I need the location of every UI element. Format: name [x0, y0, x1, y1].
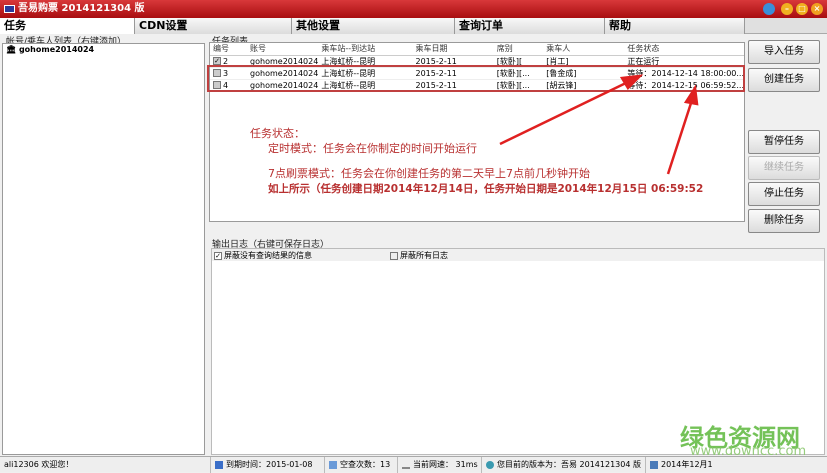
arrow-to-7am	[666, 84, 699, 175]
arrow-to-timed	[499, 74, 644, 146]
status-queries: 空查次数：13	[324, 457, 390, 473]
version-icon	[486, 460, 494, 469]
status-expire: 到期时间：2015-01-08	[210, 457, 313, 473]
signal-icon	[402, 461, 410, 469]
status-version: 您目前的版本为：吾易 2014121304 版	[481, 457, 641, 473]
chart-icon	[329, 460, 337, 469]
status-speed: 当前网速： 31ms	[397, 457, 478, 473]
facebook-icon	[215, 460, 223, 469]
calendar-icon	[650, 460, 658, 469]
mask-all-log-checkbox[interactable]: 屏蔽所有日志	[390, 250, 448, 261]
status-bar: ali12306 欢迎您！ 到期时间：2015-01-08 空查次数：13 当前…	[0, 456, 827, 473]
mask-no-result-checkbox[interactable]: ✓ 屏蔽没有查询结果的信息	[214, 250, 312, 261]
status-date: 2014年12月1	[645, 457, 713, 473]
status-user: ali12306 欢迎您！	[4, 460, 74, 469]
